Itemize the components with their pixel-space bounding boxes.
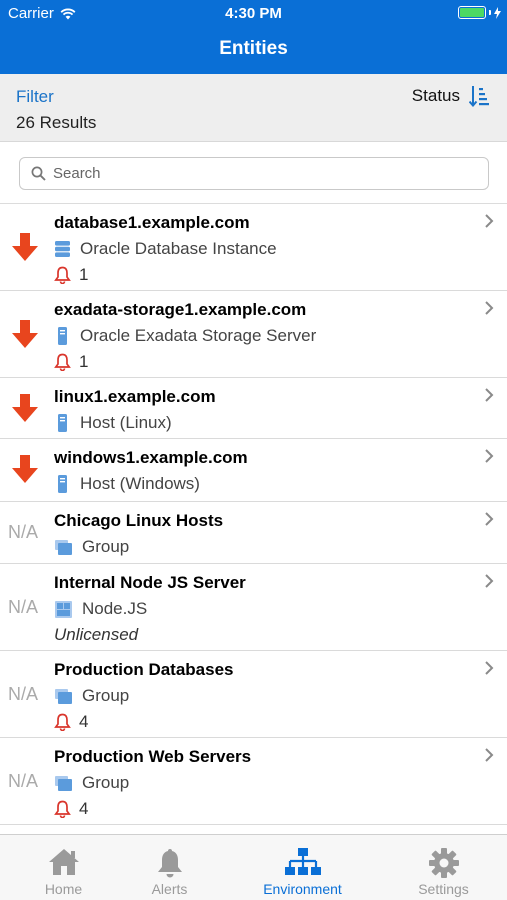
status-bar: Carrier 4:30 PM <box>0 0 507 28</box>
chevron-right-icon <box>485 748 494 762</box>
chevron-right-icon <box>485 449 494 463</box>
search-input[interactable] <box>53 165 453 182</box>
entity-name: exadata-storage1.example.com <box>54 300 307 319</box>
nodejs-icon <box>55 600 72 618</box>
entity-row[interactable]: N/A Chicago Linux Hosts Group <box>0 502 507 564</box>
bell-icon <box>54 353 71 371</box>
search-box[interactable] <box>19 157 489 190</box>
group-icon <box>55 539 72 555</box>
status-sort-button[interactable]: Status <box>412 85 489 107</box>
tab-label: Settings <box>418 881 469 897</box>
entity-name: Production Web Servers <box>54 747 252 766</box>
alert-count-value: 4 <box>79 712 89 731</box>
results-count: 26 Results <box>16 113 97 132</box>
entity-type: Node.JS <box>54 599 147 619</box>
alert-count: 1 <box>54 265 88 285</box>
bell-icon <box>157 849 182 878</box>
entity-name: Chicago Linux Hosts <box>54 511 224 530</box>
entity-type: Oracle Exadata Storage Server <box>54 326 316 346</box>
entity-type-label: Host (Linux) <box>80 413 172 432</box>
search-bar <box>0 143 507 204</box>
chevron-right-icon <box>485 214 494 228</box>
alert-count-value: 1 <box>79 265 89 284</box>
entity-row[interactable]: windows1.example.com Host (Windows) <box>0 439 507 502</box>
entity-type-label: Oracle Database Instance <box>80 239 277 258</box>
entity-row[interactable]: exadata-storage1.example.com Oracle Exad… <box>0 291 507 378</box>
entity-list: database1.example.com Oracle Database In… <box>0 204 507 834</box>
entity-type-label: Host (Windows) <box>80 474 200 493</box>
home-icon <box>48 849 79 875</box>
gear-icon <box>428 848 459 878</box>
database-icon <box>55 241 70 257</box>
status-na: N/A <box>8 597 39 617</box>
entity-row[interactable]: N/A Production Web Servers Group 4 <box>0 738 507 825</box>
page-title: Entities <box>219 38 288 59</box>
entity-type: Group <box>54 537 129 557</box>
entity-type-label: Group <box>82 537 130 556</box>
entity-type: Group <box>54 686 129 706</box>
entity-type-label: Node.JS <box>82 599 148 618</box>
sort-icon <box>469 86 489 107</box>
entity-row[interactable]: database1.example.com Oracle Database In… <box>0 204 507 291</box>
header: Carrier 4:30 PM Entities <box>0 0 507 74</box>
status-na: N/A <box>8 684 39 704</box>
status-na: N/A <box>8 771 39 791</box>
entity-type: Host (Windows) <box>54 474 200 494</box>
entity-row[interactable]: N/A Production Databases Group 4 <box>0 651 507 738</box>
chevron-right-icon <box>485 301 494 315</box>
entity-name: Production Databases <box>54 660 234 679</box>
entity-row[interactable]: N/A Internal Node JS Server Node.JS Unli… <box>0 564 507 651</box>
server-icon <box>58 327 67 345</box>
tab-settings[interactable]: Settings <box>380 835 507 900</box>
license-note: Unlicensed <box>54 625 139 644</box>
group-icon <box>55 775 72 791</box>
alert-count-value: 1 <box>79 352 89 371</box>
entity-type-label: Group <box>82 773 130 792</box>
entity-name: database1.example.com <box>54 213 250 232</box>
chevron-right-icon <box>485 512 494 526</box>
status-na: N/A <box>8 522 39 542</box>
tab-label: Environment <box>263 881 342 897</box>
chevron-right-icon <box>485 661 494 675</box>
entity-type: Group <box>54 773 129 793</box>
alert-count: 4 <box>54 712 88 732</box>
tab-environment[interactable]: Environment <box>239 835 366 900</box>
entity-type-label: Oracle Exadata Storage Server <box>80 326 317 345</box>
tab-label: Alerts <box>151 881 188 897</box>
status-down-icon <box>12 455 38 483</box>
entity-row[interactable]: linux1.example.com Host (Linux) <box>0 378 507 439</box>
server-icon <box>58 475 67 493</box>
status-down-icon <box>12 233 38 261</box>
chevron-right-icon <box>485 388 494 402</box>
battery-icon <box>458 6 501 19</box>
status-sort-label: Status <box>411 86 460 105</box>
entity-name: linux1.example.com <box>54 387 216 406</box>
hierarchy-icon <box>284 848 321 875</box>
tab-bar: Home Alerts Environment Settings <box>0 834 507 900</box>
bell-icon <box>54 266 71 284</box>
entity-type-label: Group <box>82 686 130 705</box>
filter-button[interactable]: Filter <box>16 87 54 107</box>
alert-count: 1 <box>54 352 88 372</box>
search-icon <box>31 166 46 181</box>
entity-name: Internal Node JS Server <box>54 573 246 592</box>
bell-icon <box>54 713 71 731</box>
group-icon <box>55 688 72 704</box>
filter-bar: Filter 26 Results Status <box>0 74 507 142</box>
status-down-icon <box>12 320 38 348</box>
entity-name: windows1.example.com <box>54 448 248 467</box>
charging-icon <box>494 6 501 19</box>
clock: 4:30 PM <box>225 5 282 22</box>
bell-icon <box>54 800 71 818</box>
tab-alerts[interactable]: Alerts <box>106 835 233 900</box>
alert-count-value: 4 <box>79 799 89 818</box>
chevron-right-icon <box>485 574 494 588</box>
entity-type: Host (Linux) <box>54 413 172 433</box>
entity-type: Oracle Database Instance <box>54 239 277 259</box>
status-down-icon <box>12 394 38 422</box>
server-icon <box>58 414 67 432</box>
alert-count: 4 <box>54 799 88 819</box>
